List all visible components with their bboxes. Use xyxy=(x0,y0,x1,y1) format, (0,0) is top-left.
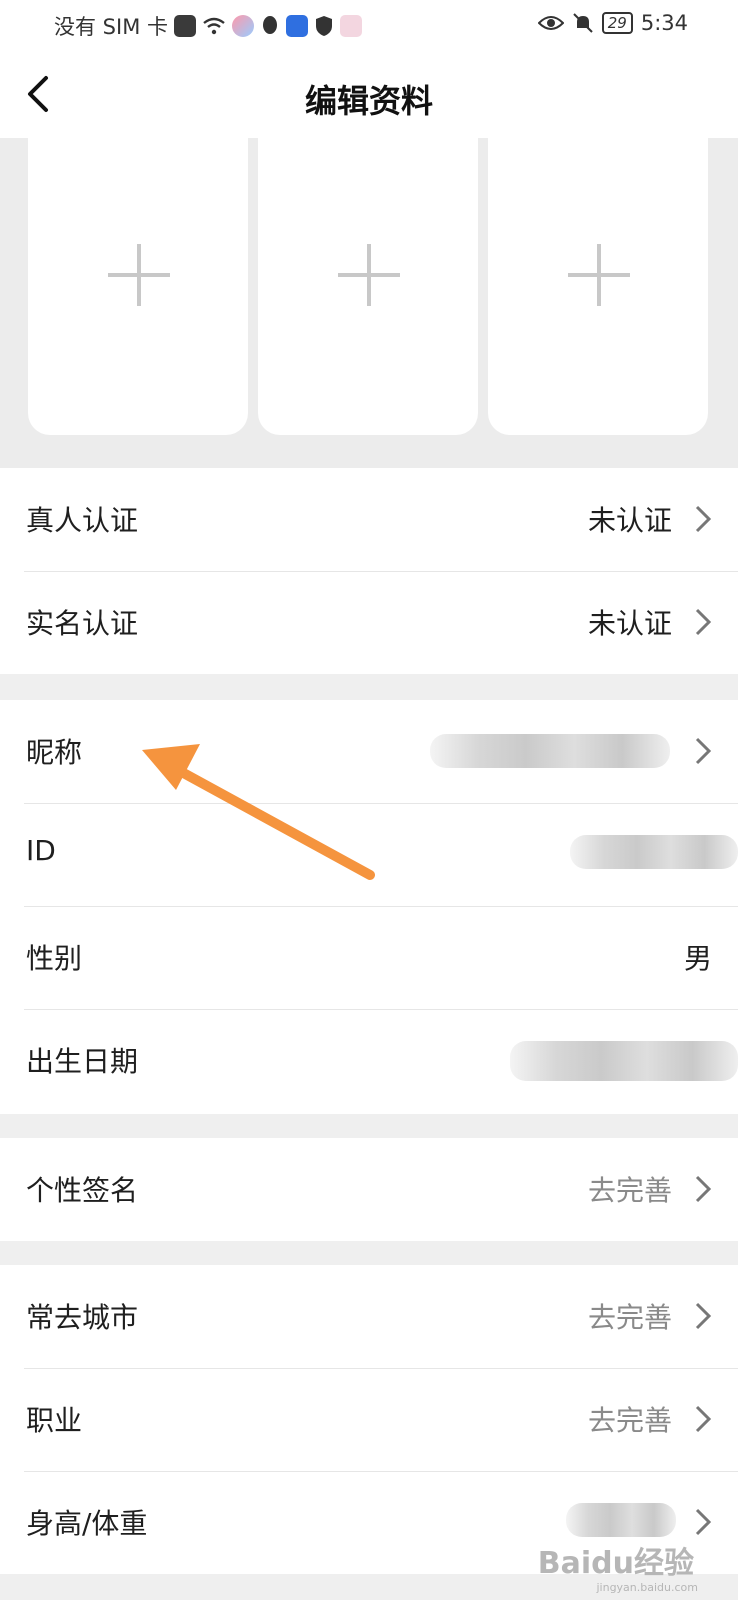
row-label: 实名认证 xyxy=(26,607,139,640)
birthday-row: 出生日期 xyxy=(0,1009,738,1112)
row-label: 昵称 xyxy=(26,736,83,769)
id-row: ID xyxy=(0,803,738,906)
redacted-height-weight xyxy=(566,1503,676,1537)
bell-muted-icon xyxy=(573,13,593,33)
add-photo-icon xyxy=(108,244,170,306)
photo-slot-3[interactable] xyxy=(488,138,708,435)
row-label: 常去城市 xyxy=(26,1301,139,1334)
alert-icon xyxy=(174,15,196,37)
chevron-right-icon xyxy=(695,1405,712,1433)
page-title: 编辑资料 xyxy=(304,82,433,120)
chevron-right-icon xyxy=(695,1175,712,1203)
gender-value: 男 xyxy=(683,942,712,975)
photo-gallery xyxy=(0,138,738,468)
frequent-city-row[interactable]: 常去城市 去完善 xyxy=(0,1265,738,1368)
chevron-right-icon xyxy=(695,737,712,765)
verification-section: 真人认证 未认证 实名认证 未认证 xyxy=(0,468,738,674)
row-value: 去完善 xyxy=(587,1301,672,1334)
eye-icon xyxy=(537,16,564,30)
battery-level: 29 xyxy=(601,12,633,34)
status-bar: 没有 SIM 卡 29 5:34 xyxy=(0,0,738,52)
redacted-nickname xyxy=(430,734,670,768)
row-value: 未认证 xyxy=(587,607,672,640)
row-value: 去完善 xyxy=(587,1404,672,1437)
shield-icon xyxy=(316,16,332,36)
status-left: 没有 SIM 卡 xyxy=(54,11,362,41)
status-right: 29 5:34 xyxy=(537,11,688,35)
row-label: 职业 xyxy=(26,1404,83,1437)
watermark-logo: Baidu经验 xyxy=(537,1546,694,1581)
wifi-icon xyxy=(203,17,225,35)
basic-info-section: 昵称 ID 性别 男 出生日期 xyxy=(0,700,738,1114)
chevron-right-icon xyxy=(695,505,712,533)
chevron-right-icon xyxy=(695,608,712,636)
signature-row[interactable]: 个性签名 去完善 xyxy=(0,1138,738,1241)
signature-section: 个性签名 去完善 xyxy=(0,1138,738,1241)
redacted-id xyxy=(570,835,738,869)
occupation-row[interactable]: 职业 去完善 xyxy=(0,1368,738,1471)
row-value: 去完善 xyxy=(587,1174,672,1207)
qq-icon xyxy=(263,16,277,34)
clock-time: 5:34 xyxy=(640,11,688,35)
photo-slot-2[interactable] xyxy=(258,138,478,435)
gender-row: 性别 男 xyxy=(0,906,738,1009)
carrier-text: 没有 SIM 卡 xyxy=(54,15,168,39)
row-label: 个性签名 xyxy=(26,1174,139,1207)
nickname-row[interactable]: 昵称 xyxy=(0,700,738,803)
app-notification-icon xyxy=(232,15,254,37)
real-name-verification-row[interactable]: 实名认证 未认证 xyxy=(0,571,738,674)
watermark-url: jingyan.baidu.com xyxy=(596,1581,698,1594)
row-label: 身高/体重 xyxy=(26,1507,148,1540)
row-label: 出生日期 xyxy=(26,1045,139,1078)
bulb-app-icon xyxy=(286,15,308,37)
row-value: 未认证 xyxy=(587,504,672,537)
chevron-right-icon xyxy=(695,1302,712,1330)
row-label: 真人认证 xyxy=(26,504,139,537)
chevron-right-icon xyxy=(695,1508,712,1536)
add-photo-icon xyxy=(338,244,400,306)
app-thumbnail-icon xyxy=(340,15,362,37)
photo-slot-1[interactable] xyxy=(28,138,248,435)
real-person-verification-row[interactable]: 真人认证 未认证 xyxy=(0,468,738,571)
row-label: 性别 xyxy=(26,942,83,975)
extra-info-section: 常去城市 去完善 职业 去完善 身高/体重 xyxy=(0,1265,738,1574)
redacted-birthday xyxy=(510,1041,738,1081)
add-photo-icon xyxy=(568,244,630,306)
row-label: ID xyxy=(26,834,56,867)
title-bar: 编辑资料 xyxy=(0,52,738,138)
